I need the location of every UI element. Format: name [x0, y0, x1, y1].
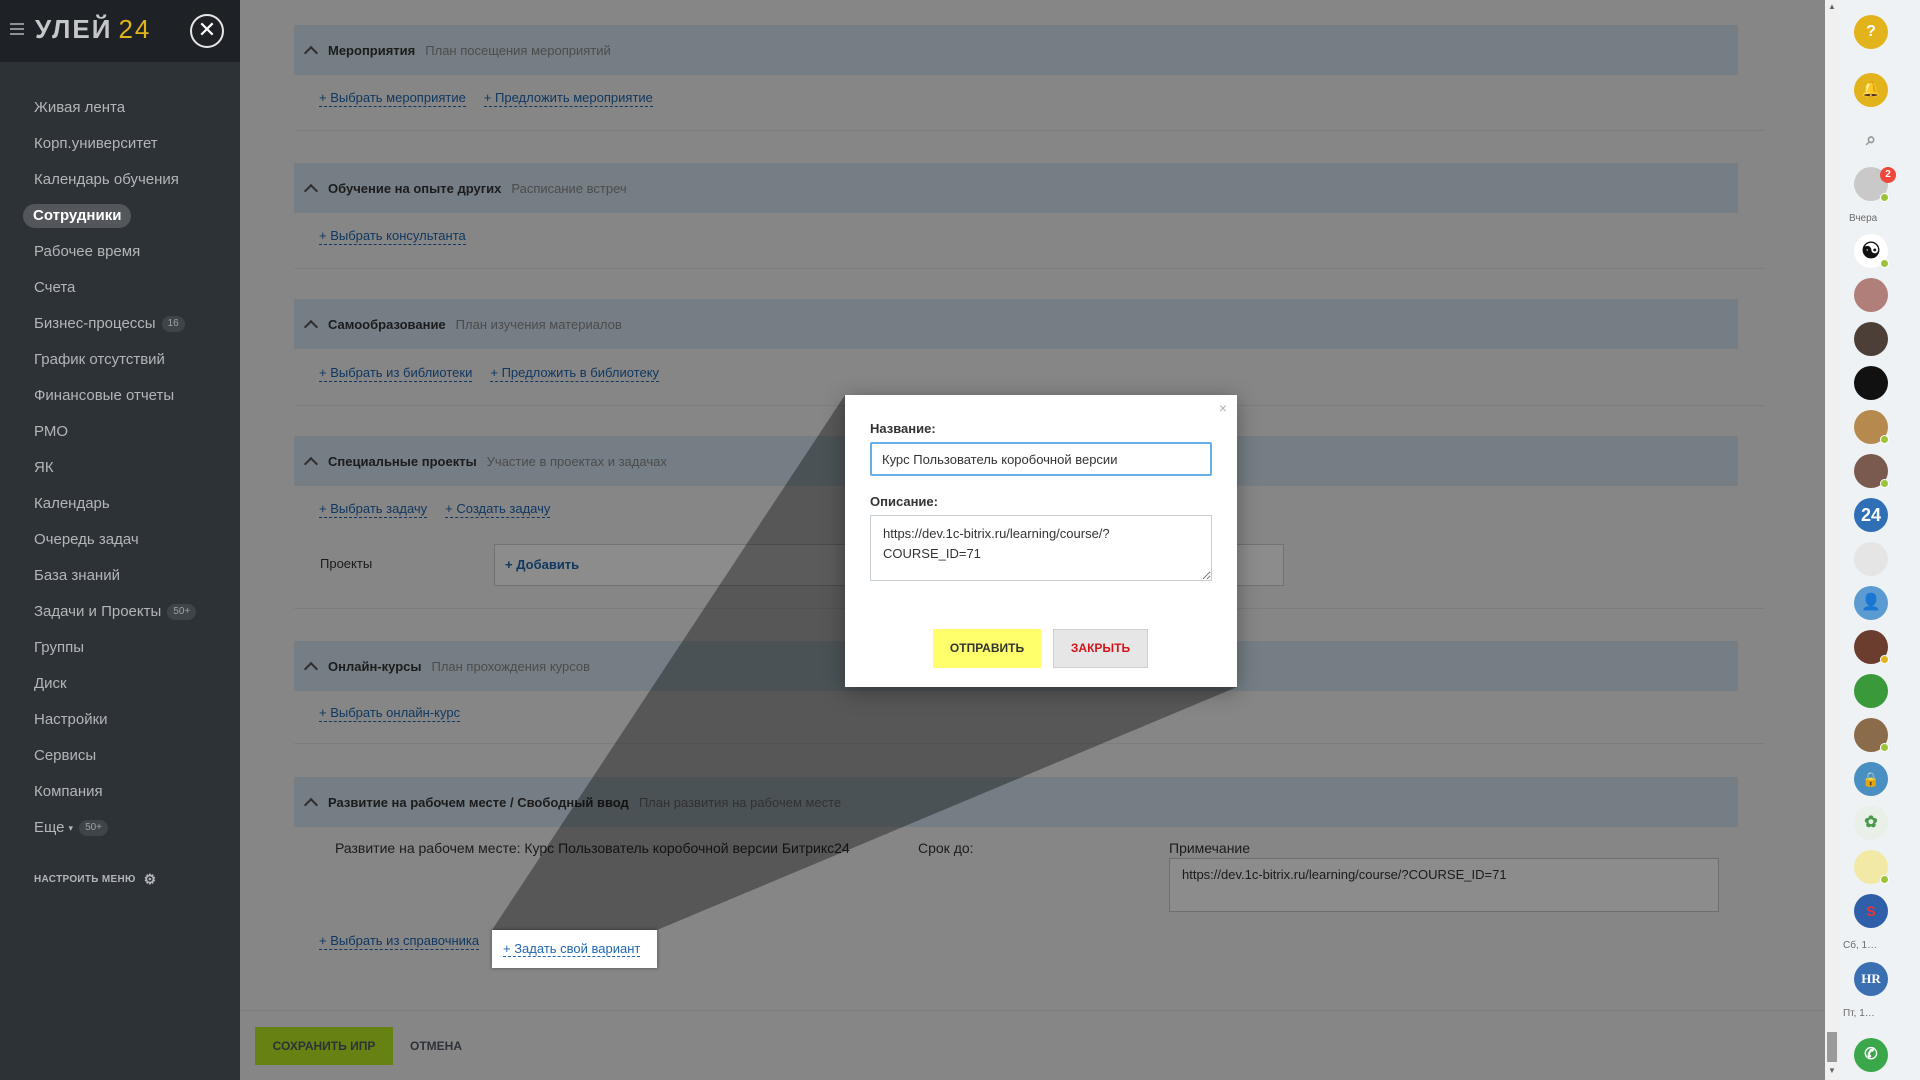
scrollbar[interactable]: ▲ ▼	[1825, 0, 1839, 1080]
close-button[interactable]: ЗАКРЫТЬ	[1053, 629, 1148, 668]
sidebar-item-label: Бизнес-процессы	[34, 315, 156, 332]
sidebar-item[interactable]: РМО	[0, 414, 240, 450]
user-icon[interactable]: 👤	[1854, 586, 1888, 620]
sidebar-item[interactable]: Диск	[0, 666, 240, 702]
sidebar-item-label: Очередь задач	[34, 531, 139, 548]
sidebar-item[interactable]: Календарь обучения	[0, 162, 240, 198]
avatar[interactable]: S	[1854, 894, 1888, 928]
sidebar-item[interactable]: Сотрудники	[0, 198, 240, 234]
sidebar-item-label: Живая лента	[34, 99, 126, 116]
status-dot	[1880, 655, 1889, 664]
custom-variant-link[interactable]: + Задать свой вариант	[503, 941, 641, 957]
bitrix24-avatar[interactable]: 24	[1854, 498, 1888, 532]
logo[interactable]: УЛЕЙ 24	[35, 14, 151, 45]
sidebar-item-label: Настройки	[34, 711, 108, 728]
sidebar-item-label: Задачи и Проекты	[34, 603, 162, 620]
status-dot	[1880, 743, 1889, 752]
sidebar-item[interactable]: Счета	[0, 270, 240, 306]
unread-badge: 2	[1880, 167, 1896, 183]
sidebar-item-label: Компания	[34, 783, 103, 800]
sidebar-item[interactable]: Сервисы	[0, 738, 240, 774]
phone-icon[interactable]: ✆	[1854, 1038, 1888, 1072]
chevron-down-icon: ▾	[68, 823, 74, 833]
sidebar-item[interactable]: Финансовые отчеты	[0, 378, 240, 414]
sidebar-item[interactable]: Живая лента	[0, 90, 240, 126]
sidebar-item[interactable]: Корп.университет	[0, 126, 240, 162]
name-label: Название:	[870, 421, 936, 436]
description-textarea[interactable]: https://dev.1c-bitrix.ru/learning/course…	[870, 515, 1212, 581]
sidebar-item-label: Финансовые отчеты	[34, 387, 175, 404]
sidebar-item-label: База знаний	[34, 567, 120, 584]
sidebar-item[interactable]: ЯК	[0, 450, 240, 486]
configure-menu-button[interactable]: НАСТРОИТЬ МЕНЮ ⚙	[34, 871, 156, 888]
lock-icon[interactable]: 🔒	[1854, 762, 1888, 796]
scroll-up-icon[interactable]: ▲	[1828, 2, 1836, 11]
custom-variant-dialog: × Название: Описание: https://dev.1c-bit…	[845, 395, 1237, 687]
logo-bar: УЛЕЙ 24 ✕	[0, 0, 240, 62]
help-icon[interactable]: ?	[1854, 15, 1888, 49]
sidebar-item[interactable]: Календарь	[0, 486, 240, 522]
sidebar-item[interactable]: Группы	[0, 630, 240, 666]
status-dot	[1880, 435, 1889, 444]
status-dot	[1880, 259, 1889, 268]
sidebar-item[interactable]: Настройки	[0, 702, 240, 738]
sidebar-item[interactable]: База знаний	[0, 558, 240, 594]
avatar[interactable]	[1854, 278, 1888, 312]
sidebar-item-label: Календарь	[34, 495, 110, 512]
sidebar-item-label: Еще	[34, 819, 65, 836]
close-icon[interactable]: ×	[1219, 400, 1227, 416]
status-dot	[1880, 875, 1889, 884]
sidebar-item-label: График отсутствий	[34, 351, 165, 368]
send-button[interactable]: ОТПРАВИТЬ	[933, 629, 1041, 668]
sidebar-item-label: Счета	[34, 279, 76, 296]
sidebar-item-label: Группы	[34, 639, 84, 656]
bell-icon[interactable]: 🔔	[1854, 73, 1888, 107]
gear-icon[interactable]: ⚙	[144, 871, 157, 887]
date-label: Пт, 1…	[1843, 1008, 1875, 1019]
sidebar-menu: Живая лента Корп.университет Календарь обу…	[0, 62, 240, 846]
search-icon[interactable]: ⌕	[1854, 122, 1888, 156]
sidebar-item-label: Корп.университет	[34, 135, 158, 152]
sidebar-item-label: ЯК	[34, 459, 54, 476]
sidebar-item[interactable]: Рабочее время	[0, 234, 240, 270]
sidebar-item[interactable]: Задачи и Проекты 50+	[0, 594, 240, 630]
sidebar-item[interactable]: Компания	[0, 774, 240, 810]
status-dot	[1880, 193, 1889, 202]
scroll-down-icon[interactable]: ▼	[1828, 1066, 1836, 1075]
highlighted-link-box: + Задать свой вариант	[492, 930, 657, 968]
counter-badge: 50+	[79, 820, 109, 836]
date-label: Сб, 1…	[1843, 940, 1878, 951]
left-sidebar: УЛЕЙ 24 ✕ Живая лента Корп.университет Кале…	[0, 0, 240, 1080]
counter-badge: 50+	[167, 604, 197, 620]
scroll-thumb[interactable]	[1827, 1032, 1837, 1062]
avatar[interactable]	[1854, 542, 1888, 576]
sidebar-item-label: Сотрудники	[23, 204, 132, 228]
sidebar-item-label: РМО	[34, 423, 68, 440]
sidebar-item[interactable]: Бизнес-процессы 16	[0, 306, 240, 342]
avatar[interactable]	[1854, 322, 1888, 356]
hr-avatar[interactable]: HR	[1854, 962, 1888, 996]
status-dot	[1880, 479, 1889, 488]
menu-icon[interactable]	[10, 23, 24, 35]
avatar[interactable]	[1854, 674, 1888, 708]
sidebar-item[interactable]: Еще ▾ 50+	[0, 810, 240, 846]
close-icon[interactable]: ✕	[190, 14, 224, 48]
description-label: Описание:	[870, 494, 938, 509]
sidebar-item[interactable]: График отсутствий	[0, 342, 240, 378]
sidebar-item-label: Сервисы	[34, 747, 97, 764]
counter-badge: 16	[161, 316, 185, 332]
name-input[interactable]	[870, 442, 1212, 476]
sidebar-item-label: Рабочее время	[34, 243, 141, 260]
sidebar-item[interactable]: Очередь задач	[0, 522, 240, 558]
avatar[interactable]: ✿	[1854, 806, 1888, 840]
sidebar-item-label: Календарь обучения	[34, 171, 179, 188]
avatar[interactable]	[1854, 366, 1888, 400]
yesterday-label: Вчера	[1849, 213, 1878, 224]
sidebar-item-label: Диск	[34, 675, 67, 692]
